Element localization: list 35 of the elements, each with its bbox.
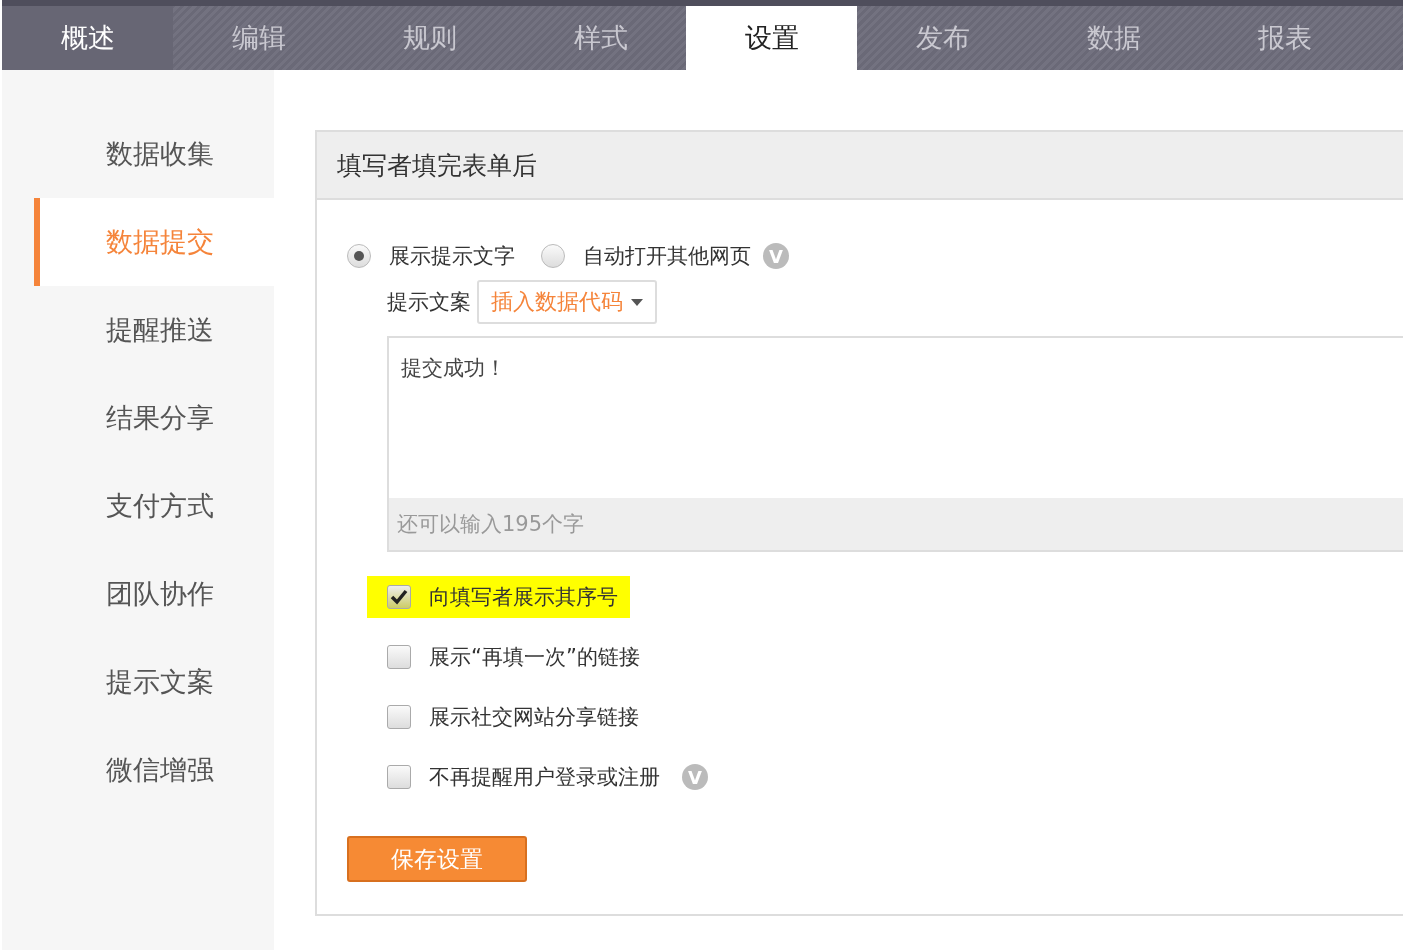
sidebar-item[interactable]: 数据收集 [34, 110, 274, 198]
sidebar-item[interactable]: 提醒推送 [34, 286, 274, 374]
radio-button[interactable] [347, 244, 371, 268]
field-label: 提示文案 [387, 289, 471, 316]
sidebar-item[interactable]: 团队协作 [34, 550, 274, 638]
message-text: 提交成功！ [400, 355, 507, 382]
character-counter: 还可以输入195个字 [397, 511, 585, 538]
checkbox-label: 展示社交网站分享链接 [429, 704, 639, 731]
nav-tab[interactable]: 发布 [857, 6, 1028, 70]
version-badge: V [682, 764, 708, 790]
sidebar-item[interactable]: 提示文案 [34, 638, 274, 726]
nav-tab[interactable]: 样式 [515, 6, 686, 70]
sidebar-item[interactable]: 支付方式 [34, 462, 274, 550]
nav-tab[interactable]: 数据 [1028, 6, 1199, 70]
checkbox[interactable] [387, 765, 411, 789]
checkbox[interactable] [387, 645, 411, 669]
version-badge: V [763, 243, 789, 269]
caret-icon [631, 298, 643, 306]
sidebar-item[interactable]: 微信增强 [34, 726, 274, 814]
panel-title: 填写者填完表单后 [337, 149, 537, 182]
checkbox-label: 向填写者展示其序号 [429, 584, 618, 611]
nav-tab[interactable]: 规则 [344, 6, 515, 70]
message-textarea[interactable]: 提交成功！ 还可以输入195个字 [387, 336, 1403, 552]
nav-tab[interactable]: 编辑 [173, 6, 344, 70]
nav-tab[interactable]: 报表 [1199, 6, 1370, 70]
nav-tab[interactable]: 概述 [2, 6, 173, 70]
nav-tab[interactable]: 设置 [686, 6, 857, 70]
radio-label: 展示提示文字 [389, 243, 515, 270]
radio-button[interactable] [541, 244, 565, 268]
checkbox-label: 不再提醒用户登录或注册 [429, 764, 660, 791]
checkbox-label: 展示“再填一次”的链接 [429, 644, 640, 671]
checkbox[interactable] [387, 705, 411, 729]
sidebar-item[interactable]: 结果分享 [34, 374, 274, 462]
checkbox[interactable] [387, 585, 411, 609]
radio-label: 自动打开其他网页 [583, 243, 751, 270]
